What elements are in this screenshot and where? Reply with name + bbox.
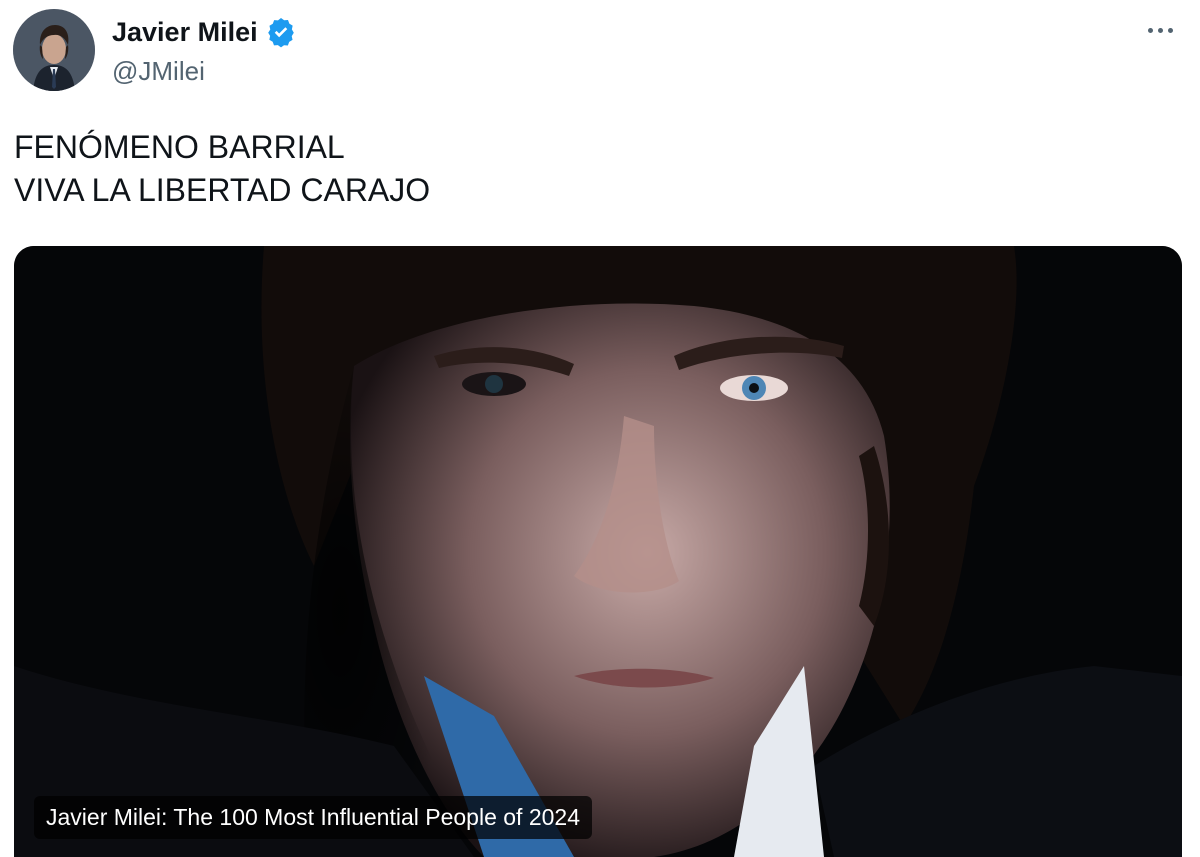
portrait-photo (14, 246, 1182, 857)
verified-badge-icon (265, 16, 297, 48)
tweet-card: Javier Milei @JMilei FENÓMENO BARRIAL VI… (0, 0, 1200, 857)
tweet-line: VIVA LA LIBERTAD CARAJO (14, 172, 431, 208)
tweet-line: FENÓMENO BARRIAL (14, 129, 345, 165)
author-row: Javier Milei (112, 12, 297, 52)
display-name[interactable]: Javier Milei (112, 17, 258, 48)
avatar-portrait-icon (13, 9, 95, 91)
media-image[interactable]: Javier Milei: The 100 Most Influential P… (14, 246, 1182, 857)
author-handle[interactable]: @JMilei (112, 56, 205, 87)
media-caption: Javier Milei: The 100 Most Influential P… (34, 796, 592, 839)
tweet-text: FENÓMENO BARRIAL VIVA LA LIBERTAD CARAJO (14, 126, 430, 212)
avatar[interactable] (13, 9, 95, 91)
more-horizontal-icon[interactable] (1140, 14, 1180, 46)
